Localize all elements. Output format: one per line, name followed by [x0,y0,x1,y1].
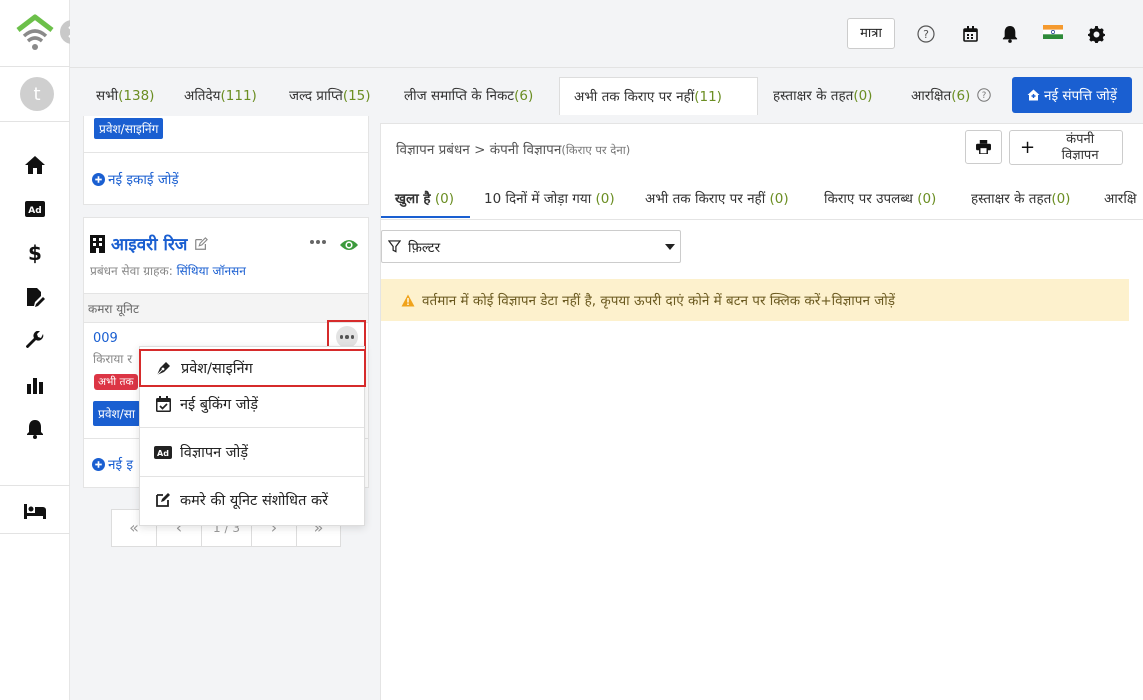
unit-rent-label: किराया र [93,352,133,366]
subtab-open[interactable]: खुला है (0) [381,180,470,218]
add-property-button[interactable]: नई संपत्ति जोड़ें [1012,77,1132,113]
property-name[interactable]: आइवरी रिज [111,232,187,255]
print-button[interactable] [965,130,1002,164]
tab-overdue[interactable]: अतिदेय(111) [184,78,257,114]
calendar-check-icon [154,395,172,413]
menu-item-edit-unit[interactable]: कमरे की यूनिट संशोधित करें [140,481,364,519]
sidebar: t Ad $ [0,0,84,700]
tab-lease-ending[interactable]: लीज समाप्ति के निकट(6) [404,78,533,114]
menu-item-add-ad[interactable]: Ad विज्ञापन जोड़ें [140,433,364,471]
unit-actions-menu: प्रवेश/साइनिंग नई बुकिंग जोड़ें Ad विज्ञ… [139,346,366,526]
filter-icon [388,240,401,253]
bed-icon[interactable] [22,499,48,523]
avatar-initial: t [33,83,41,105]
svg-text:?: ? [981,91,986,101]
help-icon[interactable]: ? [976,88,991,102]
tab-under-signing[interactable]: हस्ताक्षर के तहत(0) [773,78,872,114]
app-logo[interactable] [14,14,56,52]
edit-icon[interactable] [194,236,209,251]
filter-label: फ़िल्टर [408,239,441,256]
dollar-icon[interactable]: $ [22,241,48,265]
ad-icon[interactable]: Ad [22,197,48,221]
breadcrumb-parent[interactable]: विज्ञापन प्रबंधन [396,142,470,158]
unit-number[interactable]: 009 [93,331,118,346]
india-flag-icon[interactable] [1042,24,1064,40]
breadcrumb: विज्ञापन प्रबंधन > कंपनी विज्ञापन(किराए … [396,142,631,158]
add-unit-link[interactable]: नई इकाई जोड़ें [92,170,179,188]
plus-circle-icon [92,172,105,186]
status-badge: अभी तक [94,374,138,390]
tab-all[interactable]: सभी(138) [96,78,154,114]
pen-nib-icon [155,359,173,377]
client-name[interactable]: सिंथिया जॉनसन [177,264,246,278]
subtab-available[interactable]: किराए पर उपलब्ध (0) [824,180,936,218]
svg-text:$: $ [28,242,42,264]
menu-item-checkin[interactable]: प्रवेश/साइनिंग [139,349,366,387]
plus-circle-icon [92,457,105,471]
management-client: प्रबंधन सेवा ग्राहक: सिंथिया जॉनसन [90,264,246,278]
more-options-icon[interactable] [310,240,326,244]
subtab-under-signing[interactable]: हस्ताक्षर के तहत(0) [971,180,1070,218]
tab-not-rented[interactable]: अभी तक किराए पर नहीं(11) [559,77,758,115]
checkin-button[interactable]: प्रवेश/साइनिंग [94,118,164,139]
building-icon [90,234,105,253]
quantity-button[interactable]: मात्रा [847,18,895,49]
notice-text: वर्तमान में कोई विज्ञापन डेटा नहीं है, क… [422,293,895,309]
tab-due-soon[interactable]: जल्द प्राप्ति(15) [289,78,371,114]
eye-icon[interactable] [339,238,359,252]
house-plus-icon [1027,89,1040,101]
svg-text:?: ? [923,28,929,41]
filter-select[interactable]: फ़िल्टर [381,230,681,263]
svg-text:Ad: Ad [157,449,169,458]
caret-down-icon [665,244,675,250]
calendar-icon[interactable] [960,24,980,44]
subtab-added-10-days[interactable]: 10 दिनों में जोड़ा गया (0) [484,180,615,218]
warning-icon [401,294,415,306]
printer-icon [976,140,991,154]
bar-chart-icon[interactable] [22,373,48,397]
plus-icon: + [1020,137,1036,158]
help-icon[interactable]: ? [916,24,936,44]
settings-gear-icon[interactable] [1086,24,1106,44]
unit-checkin-button[interactable]: प्रवेश/सा [93,401,140,426]
menu-item-add-booking[interactable]: नई बुकिंग जोड़ें [140,385,364,423]
subtab-reserved[interactable]: आरक्षि [1104,180,1137,218]
avatar[interactable]: t [20,77,54,111]
subtab-not-rented[interactable]: अभी तक किराए पर नहीं (0) [645,180,789,218]
no-ads-notice: वर्तमान में कोई विज्ञापन डेटा नहीं है, क… [381,279,1129,321]
add-unit-link-2[interactable]: नई इ [92,455,133,473]
breadcrumb-current: कंपनी विज्ञापन [489,142,562,158]
add-property-label: नई संपत्ति जोड़ें [1043,88,1118,104]
ellipsis-icon [336,326,358,348]
section-label: कमरा यूनिट [88,302,139,316]
document-sign-icon[interactable] [22,285,48,309]
notification-bell-icon[interactable] [1000,24,1020,44]
edit-icon [154,491,172,509]
ad-icon: Ad [154,443,172,461]
unit-card-top: प्रवेश/साइनिंग नई इकाई जोड़ें [83,116,369,205]
top-header [70,0,1143,68]
svg-text:Ad: Ad [28,206,41,216]
property-header: आइवरी रिज [90,232,209,255]
bell-icon[interactable] [22,417,48,441]
company-ad-button[interactable]: + कंपनी विज्ञापन [1009,130,1123,165]
tab-reserved[interactable]: आरक्षित(6) ? [911,78,991,114]
wrench-icon[interactable] [22,329,48,353]
home-icon[interactable] [22,153,48,177]
room-unit-section: कमरा यूनिट [84,294,368,322]
